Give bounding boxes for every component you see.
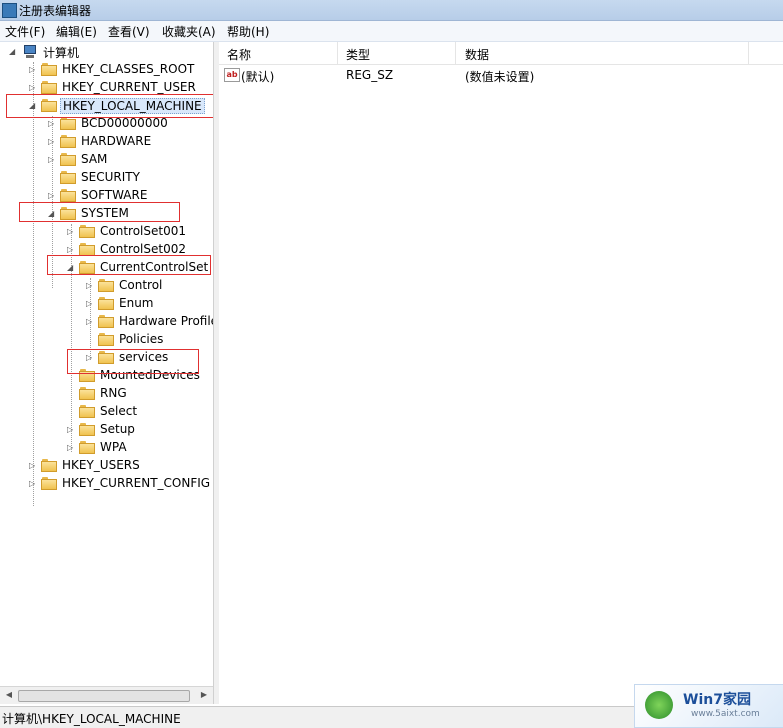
expand-arrow-icon[interactable]: ▷: [86, 317, 94, 327]
value-row[interactable]: ab (默认) REG_SZ (数值未设置): [219, 67, 779, 85]
menu-edit[interactable]: 编辑(E): [56, 23, 97, 40]
folder-icon: [79, 225, 95, 238]
expand-arrow-icon[interactable]: ▷: [48, 191, 56, 201]
folder-icon: [41, 459, 57, 472]
folder-icon: [41, 63, 57, 76]
folder-icon: [98, 297, 114, 310]
status-path: 计算机\HKEY_LOCAL_MACHINE: [2, 712, 181, 726]
tree-horizontal-scrollbar[interactable]: ◀ ▶: [0, 686, 213, 704]
folder-icon: [79, 387, 95, 400]
highlight-box-hklm: [6, 94, 213, 118]
folder-icon: [79, 441, 95, 454]
expand-arrow-icon[interactable]: ▷: [67, 245, 75, 255]
tree-label: BCD00000000: [81, 116, 168, 130]
folder-icon: [60, 171, 76, 184]
tree-label: WPA: [100, 440, 127, 454]
scroll-right-icon[interactable]: ▶: [197, 688, 211, 702]
tree-label: HKEY_CLASSES_ROOT: [62, 62, 195, 76]
folder-icon: [60, 117, 76, 130]
folder-icon: [98, 333, 114, 346]
watermark-title: Win7家园: [683, 692, 751, 708]
watermark-url: www.5aixt.com: [691, 709, 760, 719]
expand-arrow-icon[interactable]: ▷: [29, 479, 37, 489]
tree-label: SOFTWARE: [81, 188, 148, 202]
tree-label: HKEY_CURRENT_USER: [62, 80, 196, 94]
value-name: (默认): [241, 70, 275, 84]
folder-icon: [98, 279, 114, 292]
scroll-left-icon[interactable]: ◀: [2, 688, 16, 702]
window-title: 注册表编辑器: [19, 4, 92, 18]
tree-label: 计算机: [43, 46, 80, 60]
menu-view[interactable]: 查看(V): [108, 23, 150, 40]
expand-arrow-icon[interactable]: ▷: [67, 443, 75, 453]
tree-label: Control: [119, 278, 163, 292]
column-header: 名称 类型 数据: [219, 42, 783, 65]
menu-file[interactable]: 文件(F): [5, 23, 45, 40]
column-data[interactable]: 数据: [465, 46, 489, 63]
column-name[interactable]: 名称: [227, 46, 251, 63]
expand-arrow-icon[interactable]: ▷: [67, 227, 75, 237]
expand-arrow-icon[interactable]: ▷: [48, 137, 56, 147]
expand-arrow-icon[interactable]: ▷: [86, 299, 94, 309]
folder-icon: [60, 135, 76, 148]
column-separator[interactable]: [455, 42, 456, 64]
tree-label: HKEY_CURRENT_CONFIG: [62, 476, 211, 490]
highlight-box-currentcontrolset: [47, 255, 211, 275]
registry-tree[interactable]: ◢ 计算机 ▷ HKEY_CLASSES_ROOT ▷ HKEY_CURRENT…: [0, 42, 214, 684]
tree-label: Setup: [100, 422, 135, 436]
tree-connector: [33, 62, 34, 506]
tree-label: Enum: [119, 296, 154, 310]
expand-arrow-icon[interactable]: ▷: [67, 425, 75, 435]
column-separator[interactable]: [337, 42, 338, 64]
menu-bar: 文件(F) 编辑(E) 查看(V) 收藏夹(A) 帮助(H): [0, 21, 783, 42]
tree-label: Hardware Profiles: [119, 314, 214, 328]
column-separator[interactable]: [748, 42, 749, 64]
folder-icon: [41, 81, 57, 94]
win7-logo-icon: [645, 691, 673, 719]
folder-icon: [60, 153, 76, 166]
value-list[interactable]: 名称 类型 数据 ab (默认) REG_SZ (数值未设置): [219, 42, 783, 704]
title-bar: 注册表编辑器: [0, 0, 783, 21]
tree-label: HKEY_USERS: [62, 458, 140, 472]
scrollbar-thumb[interactable]: [18, 690, 190, 702]
computer-icon: [22, 45, 38, 58]
folder-icon: [60, 189, 76, 202]
tree-label: ControlSet001: [100, 224, 186, 238]
expand-arrow-icon[interactable]: ▷: [86, 281, 94, 291]
column-type[interactable]: 类型: [346, 46, 370, 63]
tree-label: RNG: [100, 386, 127, 400]
ab-string-icon: ab: [224, 68, 240, 82]
collapse-arrow-icon[interactable]: ◢: [9, 47, 17, 57]
watermark-logo: Win7家园 www.5aixt.com: [634, 684, 783, 728]
tree-label: HARDWARE: [81, 134, 152, 148]
folder-icon: [79, 405, 95, 418]
expand-arrow-icon[interactable]: ▷: [29, 461, 37, 471]
tree-label: SECURITY: [81, 170, 140, 184]
folder-icon: [98, 315, 114, 328]
expand-arrow-icon[interactable]: ▷: [29, 65, 37, 75]
value-data: (数值未设置): [465, 70, 535, 84]
tree-label: ControlSet002: [100, 242, 186, 256]
tree-label: SAM: [81, 152, 108, 166]
regedit-app-icon: [2, 3, 17, 18]
folder-icon: [79, 423, 95, 436]
highlight-box-system: [19, 202, 180, 222]
expand-arrow-icon[interactable]: ▷: [29, 83, 37, 93]
highlight-box-services: [67, 349, 199, 374]
expand-arrow-icon[interactable]: ▷: [48, 155, 56, 165]
tree-label: Select: [100, 404, 138, 418]
menu-help[interactable]: 帮助(H): [227, 23, 269, 40]
expand-arrow-icon[interactable]: ▷: [48, 119, 56, 129]
folder-icon: [41, 477, 57, 490]
value-type: REG_SZ: [346, 68, 394, 82]
menu-favorites[interactable]: 收藏夹(A): [162, 23, 216, 40]
tree-label: Policies: [119, 332, 164, 346]
